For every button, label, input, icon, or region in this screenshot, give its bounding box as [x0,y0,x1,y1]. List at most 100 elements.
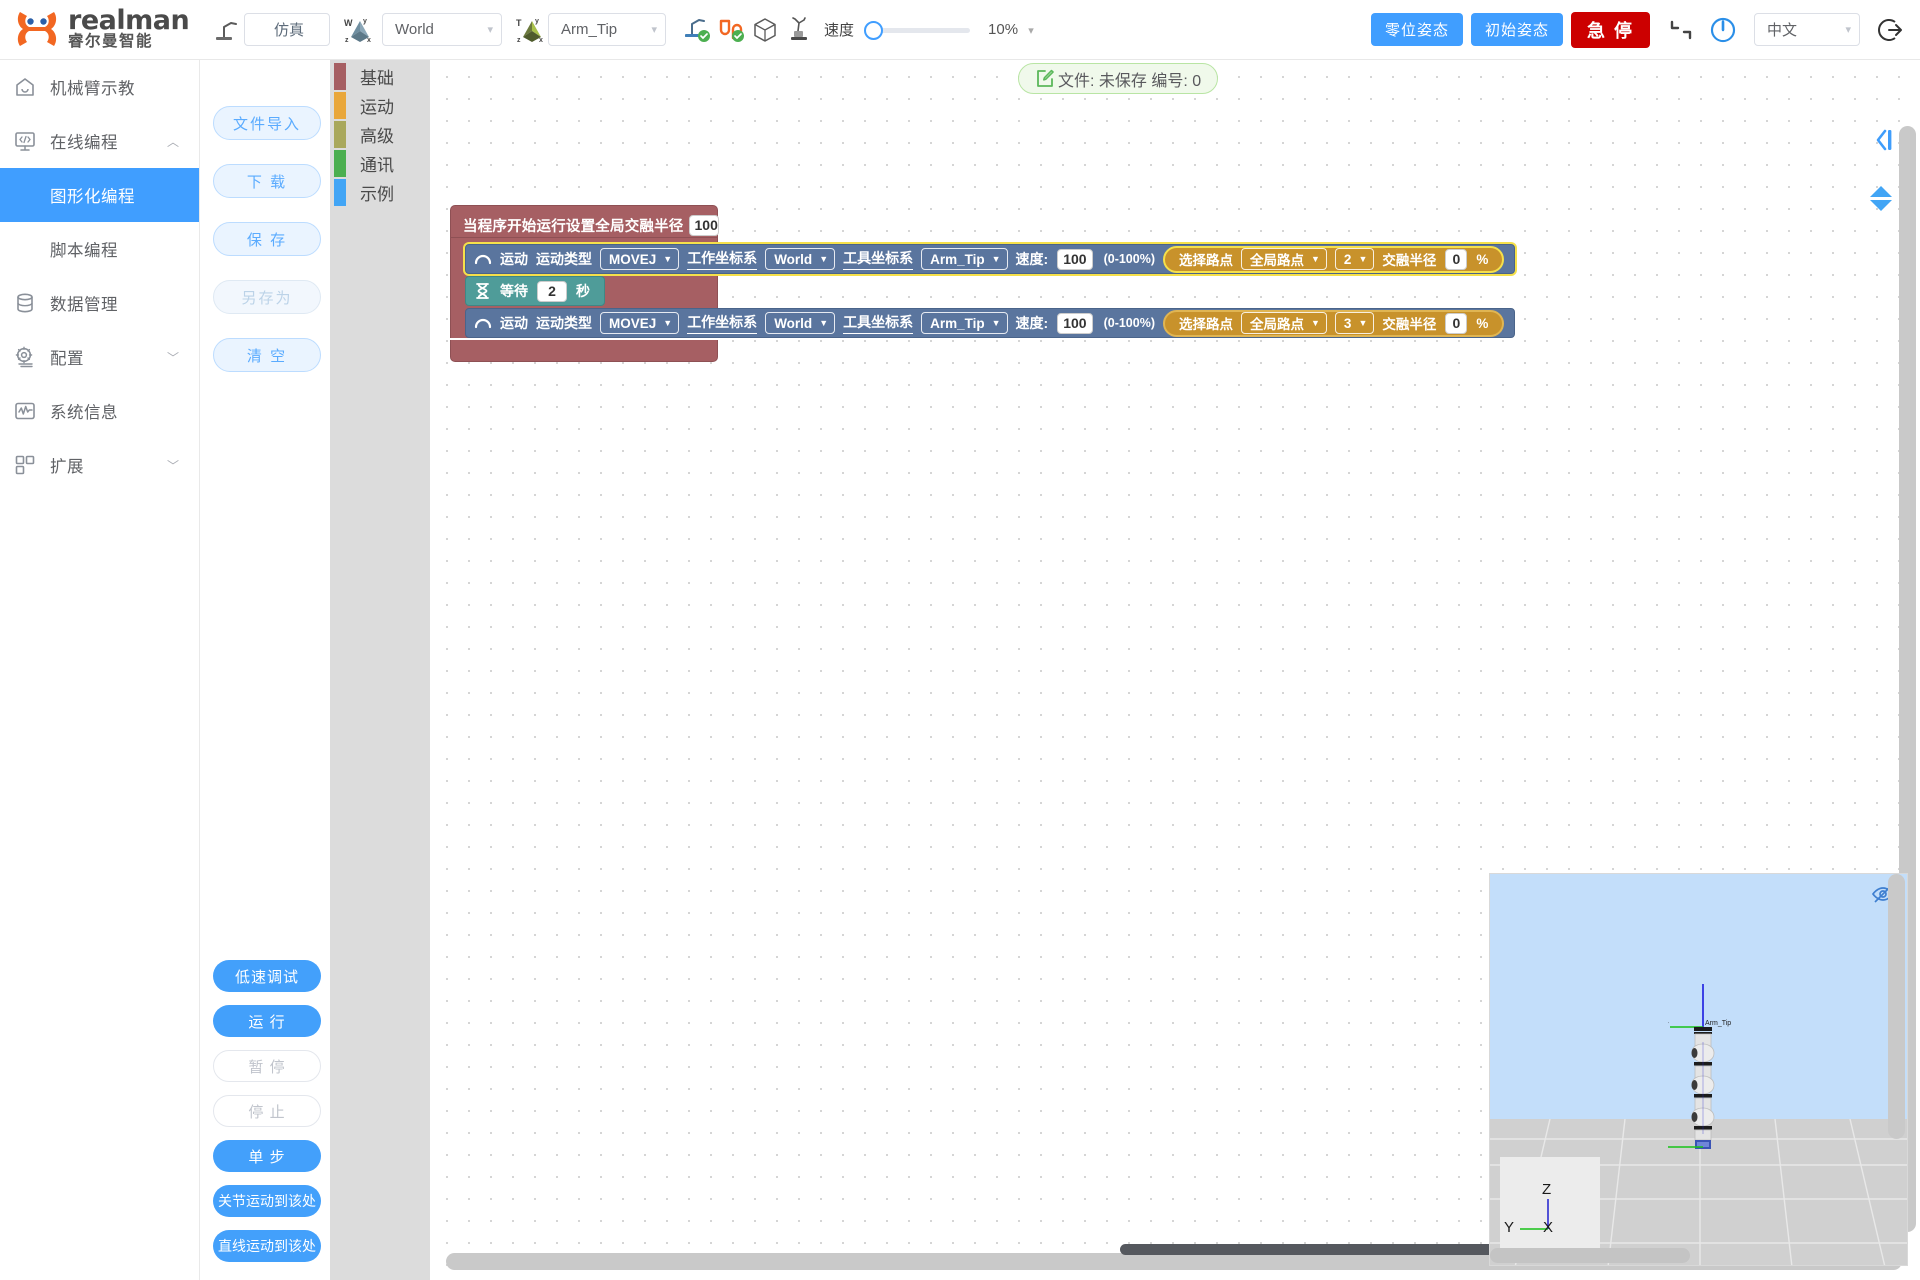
triangle-up-icon[interactable] [1870,186,1892,197]
motion-type-dropdown[interactable]: MOVEJ ▼ [600,312,680,334]
sidebar-item-data-management[interactable]: 数据管理 [0,276,199,330]
sidebar-item-graphical-programming[interactable]: 图形化编程 [0,168,199,222]
sidebar-item-label: 配置 [50,350,84,368]
tool-frame-select[interactable]: Arm_Tip ▾ [548,13,666,46]
clear-button[interactable]: 清 空 [213,338,321,372]
work-frame-select[interactable]: World ▾ [382,13,502,46]
file-status-text: 文件: 未保存 编号: 0 [1058,72,1202,90]
toolbox-category-advanced[interactable]: 高级 [330,120,430,149]
blend-radius-unit: % [1476,315,1489,331]
chevron-down-icon: ﹀ [166,458,179,473]
sidebar-item-label: 扩展 [50,458,84,476]
blend-radius-field[interactable]: 0 [1445,312,1468,334]
toolbox-category-examples[interactable]: 示例 [330,178,430,207]
language-select[interactable]: 中文 ▾ [1754,13,1860,46]
speed-percent-value[interactable]: 10% ▾ [988,21,1034,38]
global-blend-radius-field[interactable]: 100 [688,214,719,236]
zero-pose-button[interactable]: 零位姿态 [1370,13,1463,46]
speed-field[interactable]: 100 [1057,312,1093,334]
work-frame-dropdown[interactable]: World ▼ [765,312,836,334]
viewport-vertical-scrollbar[interactable] [1888,874,1905,1139]
work-frame-dropdown[interactable]: World ▼ [765,248,836,270]
speed-field[interactable]: 100 [1057,248,1093,270]
triangle-down-icon[interactable] [1870,200,1892,211]
canvas-scroll-buttons[interactable] [1870,186,1892,211]
collision-icon[interactable] [782,13,816,47]
viewport-horizontal-scrollbar[interactable] [1490,1248,1690,1263]
toolbox-category-motion[interactable]: 运动 [330,91,430,120]
motion-type-dropdown[interactable]: MOVEJ ▼ [600,248,680,270]
cable-connected-icon[interactable] [714,13,748,47]
pause-button: 暂 停 [213,1050,321,1082]
toolbox-category-communication[interactable]: 通讯 [330,149,430,178]
point-index-dropdown[interactable]: 2 ▼ [1334,248,1375,270]
slider-knob[interactable] [864,20,884,40]
program-block-container: 运动 运动类型 MOVEJ ▼ 工作坐标系 World ▼ 工具坐标系 Arm_… [450,238,1516,338]
toolbox-category-basic[interactable]: 基础 [330,62,430,91]
work-frame-label: 工作坐标系 [687,312,758,334]
linear-move-here-button[interactable]: 直线运动到该处 [213,1230,321,1262]
brand-text: realman 睿尔曼智能 [68,7,190,51]
toolbox-category-label: 高级 [360,127,394,146]
work-frame-label: 工作坐标系 [687,248,758,270]
tool-frame-dropdown[interactable]: Arm_Tip ▼ [921,312,1008,334]
robot-3d-viewport[interactable]: Arm_Tip z y Z X Y [1489,873,1908,1266]
power-icon[interactable] [1706,13,1740,47]
point-source-value: 全局路点 [1250,253,1304,268]
pick-point-label: 选择路点 [1179,317,1233,332]
robot-connected-icon[interactable] [680,13,714,47]
collapse-panel-icon[interactable] [1874,128,1896,155]
motion-label: 运动 [500,251,528,267]
emergency-stop-button[interactable]: 急 停 [1570,11,1650,48]
sidebar-item-script-programming[interactable]: 脚本编程 [0,222,199,276]
sidebar-item-online-programming[interactable]: 在线编程 ︿ [0,114,199,168]
chevron-down-icon: ▼ [991,318,1001,328]
program-block-stack[interactable]: 当程序开始运行 设置全局交融半径 100 % 运动 运动类型 MOVEJ ▼ 工… [450,205,1516,362]
program-start-block[interactable]: 当程序开始运行 设置全局交融半径 100 % [450,205,736,238]
toolbox-category-label: 基础 [360,69,394,88]
low-speed-debug-button[interactable]: 低速调试 [213,960,321,992]
sidebar-item-teach[interactable]: 机械臂示教 [0,60,199,114]
waypoint-selector-1[interactable]: 选择路点 全局路点 ▼ 2 ▼ 交融半径 0 % [1163,245,1505,273]
point-source-dropdown[interactable]: 全局路点 ▼ [1241,312,1327,334]
speed-slider[interactable] [864,20,974,40]
point-source-dropdown[interactable]: 全局路点 ▼ [1241,248,1327,270]
motion-type-value: MOVEJ [609,251,657,267]
axis-z-label: Z [1542,1181,1552,1198]
sidebar-subitem-label: 脚本编程 [50,242,118,260]
sidebar-subitem-label: 图形化编程 [50,188,135,206]
work-frame-value: World [774,251,813,267]
save-button[interactable]: 保 存 [213,222,321,256]
sidebar-item-config[interactable]: 配置 ﹀ [0,330,199,384]
sidebar-item-system-info[interactable]: 系统信息 [0,384,199,438]
chevron-down-icon: ▼ [663,318,673,328]
download-button[interactable]: 下 载 [213,164,321,198]
sidebar-item-extensions[interactable]: 扩展 ﹀ [0,438,199,492]
simulation-mode-button[interactable]: 仿真 [244,13,330,46]
blend-radius-field[interactable]: 0 [1445,248,1468,270]
motion-block-1[interactable]: 运动 运动类型 MOVEJ ▼ 工作坐标系 World ▼ 工具坐标系 Arm_… [465,244,1516,274]
motion-type-value: MOVEJ [609,315,657,331]
waypoint-selector-2[interactable]: 选择路点 全局路点 ▼ 3 ▼ 交融半径 0 % [1163,309,1505,337]
tool-frame-label: 工具坐标系 [843,248,914,270]
sidebar-item-label: 在线编程 [50,134,118,152]
realman-logo-icon [17,12,57,47]
wait-block[interactable]: 等待 2 秒 [465,276,605,306]
point-index-value: 2 [1343,251,1352,267]
run-button[interactable]: 运 行 [213,1005,321,1037]
wait-seconds-field[interactable]: 2 [537,280,567,302]
cube-icon[interactable] [748,13,782,47]
init-pose-button[interactable]: 初始姿态 [1470,13,1563,46]
tool-frame-dropdown[interactable]: Arm_Tip ▼ [921,248,1008,270]
motion-block-2[interactable]: 运动 运动类型 MOVEJ ▼ 工作坐标系 World ▼ 工具坐标系 Arm_… [465,308,1516,338]
reset-icon[interactable] [1664,13,1698,47]
import-file-button[interactable]: 文件导入 [213,106,321,140]
speed-percent-text: 10% [988,21,1019,38]
joint-move-here-button[interactable]: 关节运动到该处 [213,1185,321,1217]
speed-label: 速度: [1015,315,1049,331]
logout-icon[interactable] [1874,13,1908,47]
point-index-dropdown[interactable]: 3 ▼ [1334,312,1375,334]
chevron-down-icon: ▼ [991,254,1001,264]
single-step-button[interactable]: 单 步 [213,1140,321,1172]
tool-axis-icon: T y z x [516,17,543,44]
